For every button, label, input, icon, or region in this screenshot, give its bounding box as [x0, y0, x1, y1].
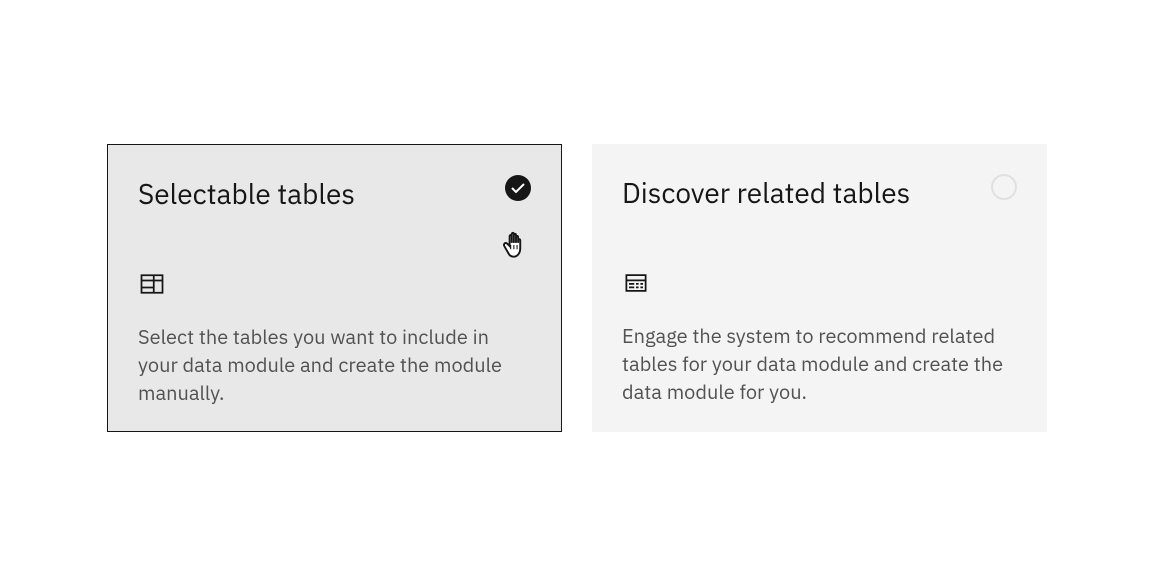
option-cards-container: Selectable tables Select the tables you … [107, 144, 1047, 432]
radio-unchecked-icon [991, 174, 1017, 200]
card-header: Discover related tables [622, 174, 1017, 211]
card-description: Select the tables you want to include in… [138, 323, 531, 407]
card-header: Selectable tables [138, 175, 531, 212]
selectable-tables-card[interactable]: Selectable tables Select the tables you … [107, 144, 562, 432]
card-description: Engage the system to recommend related t… [622, 322, 1017, 406]
discover-related-tables-card[interactable]: Discover related tables Engage the syste… [592, 144, 1047, 432]
checkmark-filled-icon [505, 175, 531, 201]
data-table-icon [622, 269, 1017, 302]
pointer-cursor-icon [499, 228, 533, 267]
card-title: Discover related tables [622, 174, 910, 211]
table-icon [138, 270, 531, 303]
card-title: Selectable tables [138, 175, 355, 212]
